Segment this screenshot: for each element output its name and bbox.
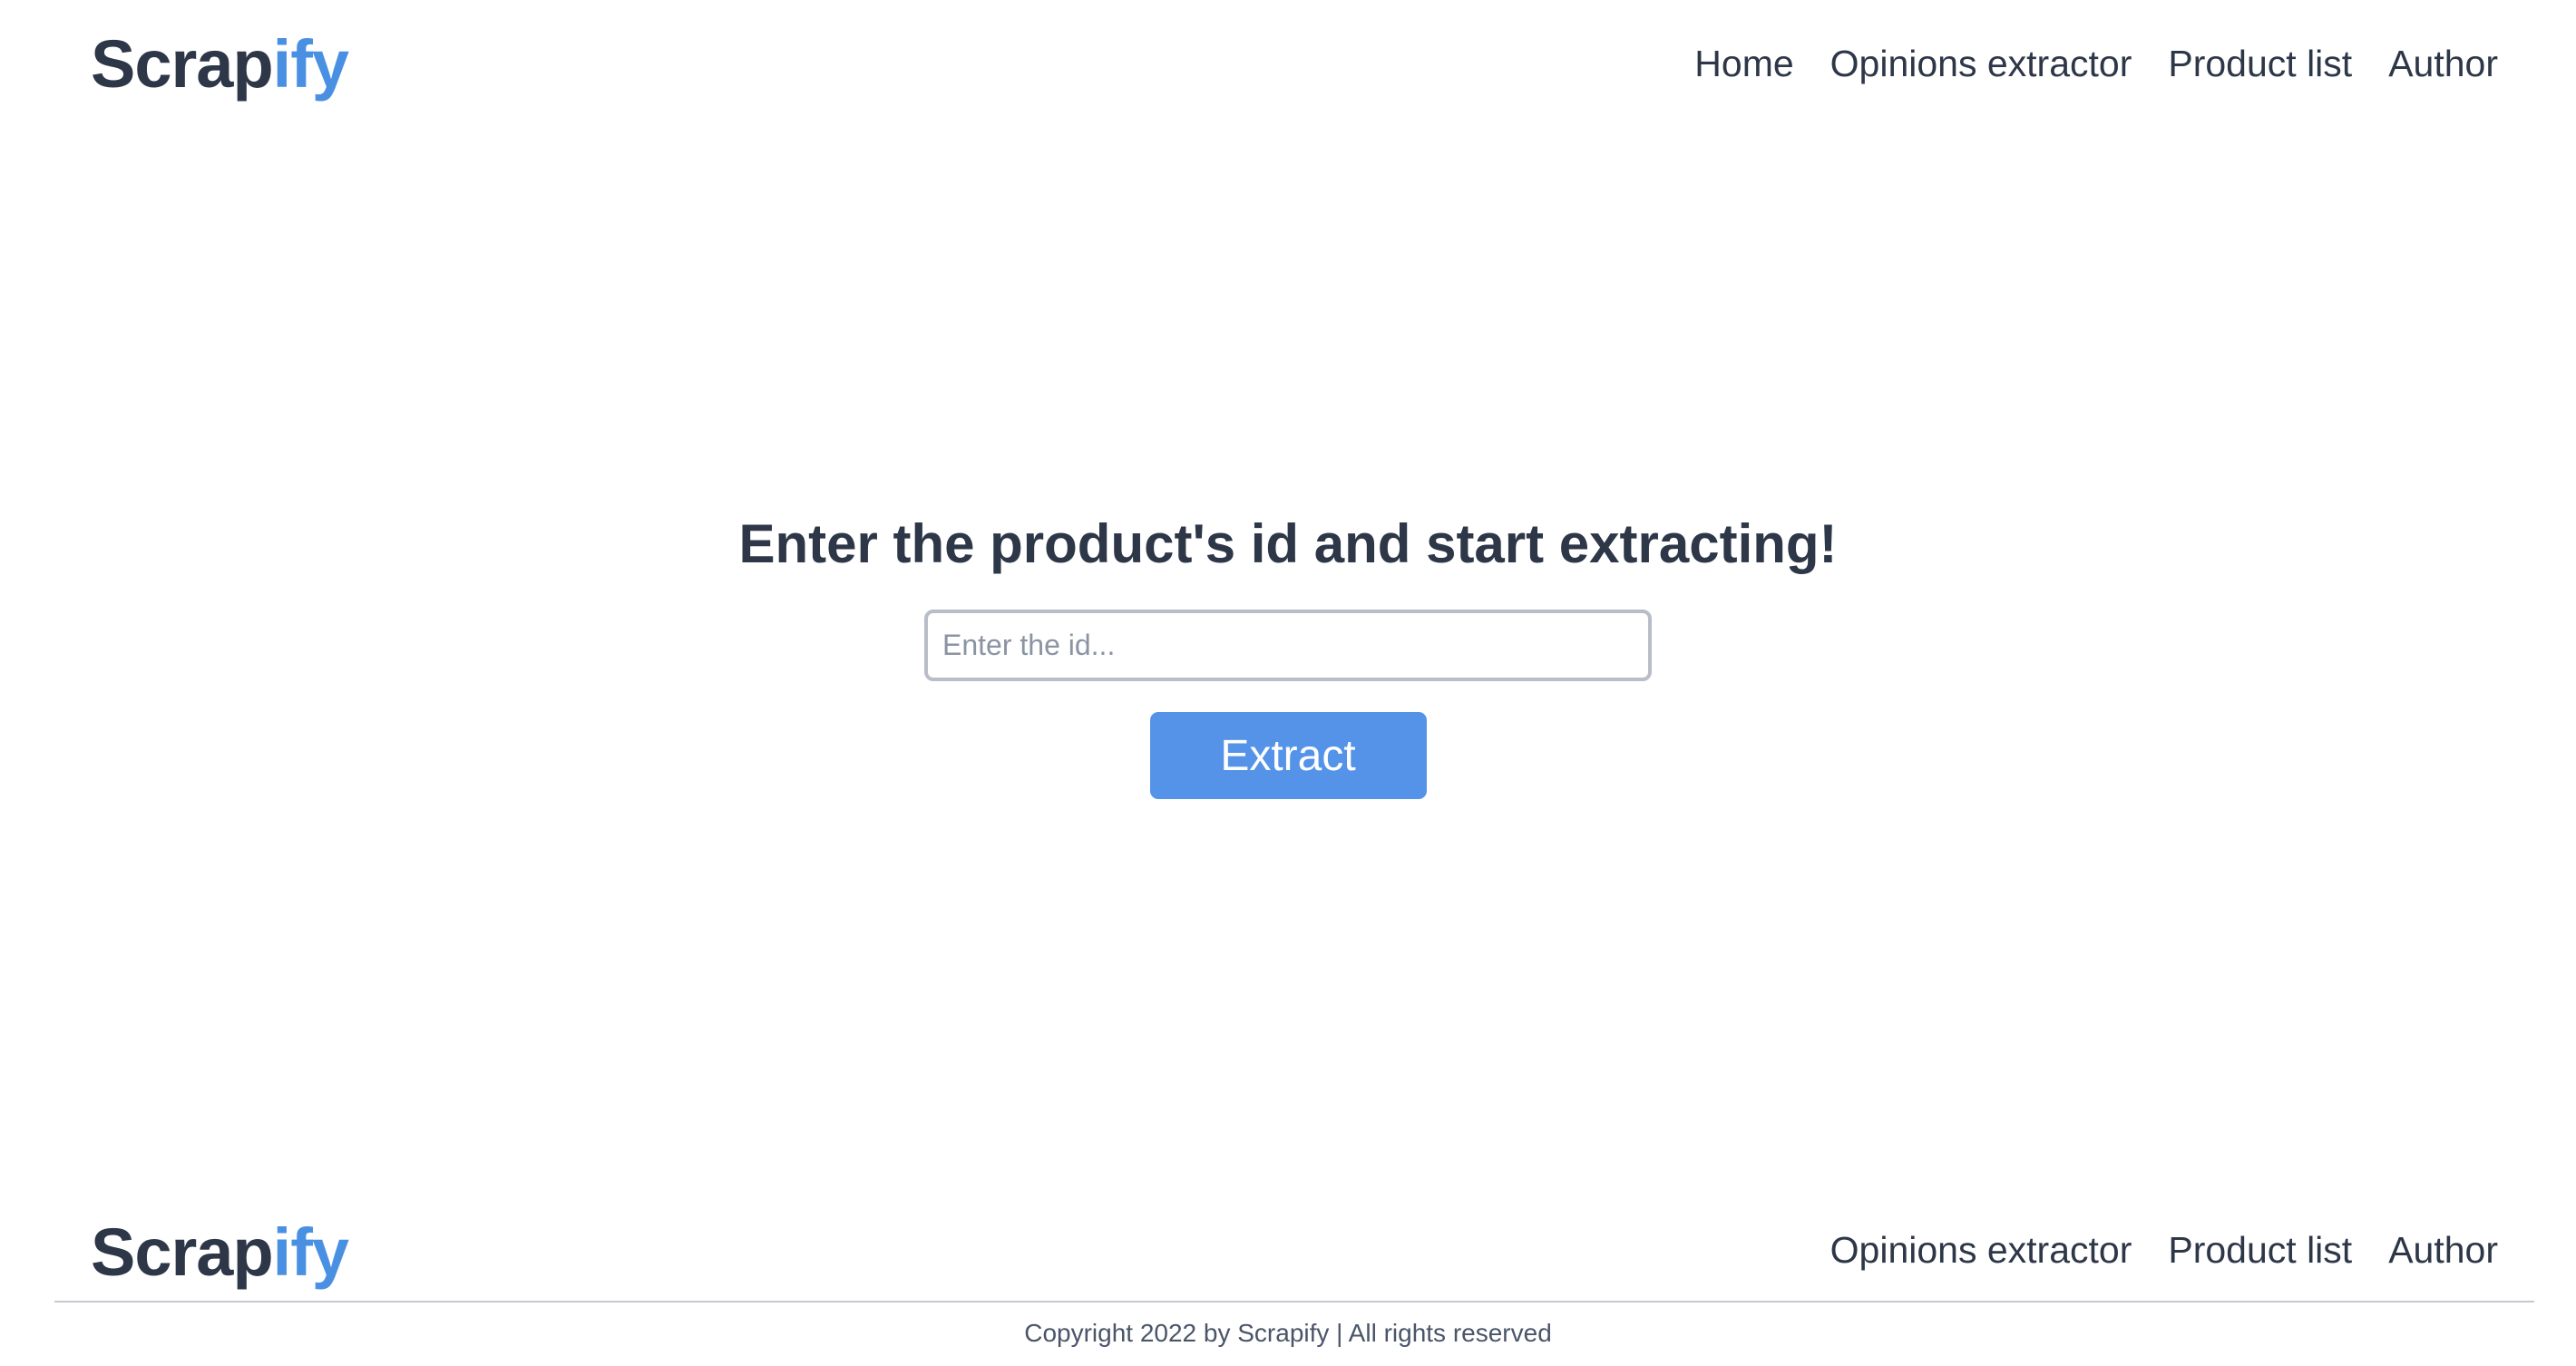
site-header: Scrapify Home Opinions extractor Product… [0, 0, 2576, 127]
nav-link-author[interactable]: Author [2388, 36, 2498, 91]
footer-link-author[interactable]: Author [2388, 1223, 2498, 1277]
site-footer: Scrapify Opinions extractor Product list… [0, 1197, 2576, 1366]
page-title: Enter the product's id and start extract… [738, 513, 1838, 574]
logo-text-primary: Scrap [91, 26, 274, 102]
extract-button[interactable]: Extract [1149, 712, 1427, 799]
footer-logo-text-primary: Scrap [91, 1215, 274, 1290]
footer-nav: Opinions extractor Product list Author [1830, 1223, 2498, 1277]
nav-link-opinions-extractor[interactable]: Opinions extractor [1830, 36, 2132, 91]
nav-link-product-list[interactable]: Product list [2168, 36, 2352, 91]
footer-link-product-list[interactable]: Product list [2168, 1223, 2352, 1277]
copyright-text: Copyright 2022 by Scrapify | All rights … [1024, 1319, 1552, 1347]
logo-text-accent: ify [272, 26, 349, 102]
footer-link-opinions-extractor[interactable]: Opinions extractor [1830, 1223, 2132, 1277]
nav-link-home[interactable]: Home [1694, 36, 1793, 91]
extract-form: Enter the product's id and start extract… [0, 508, 2576, 799]
footer-divider [54, 1301, 2534, 1303]
product-id-input[interactable] [924, 610, 1652, 681]
footer-logo-text-accent: ify [272, 1215, 349, 1290]
footer-logo[interactable]: Scrapify [91, 1212, 349, 1293]
main-nav: Home Opinions extractor Product list Aut… [1694, 36, 2498, 91]
logo[interactable]: Scrapify [91, 24, 349, 105]
